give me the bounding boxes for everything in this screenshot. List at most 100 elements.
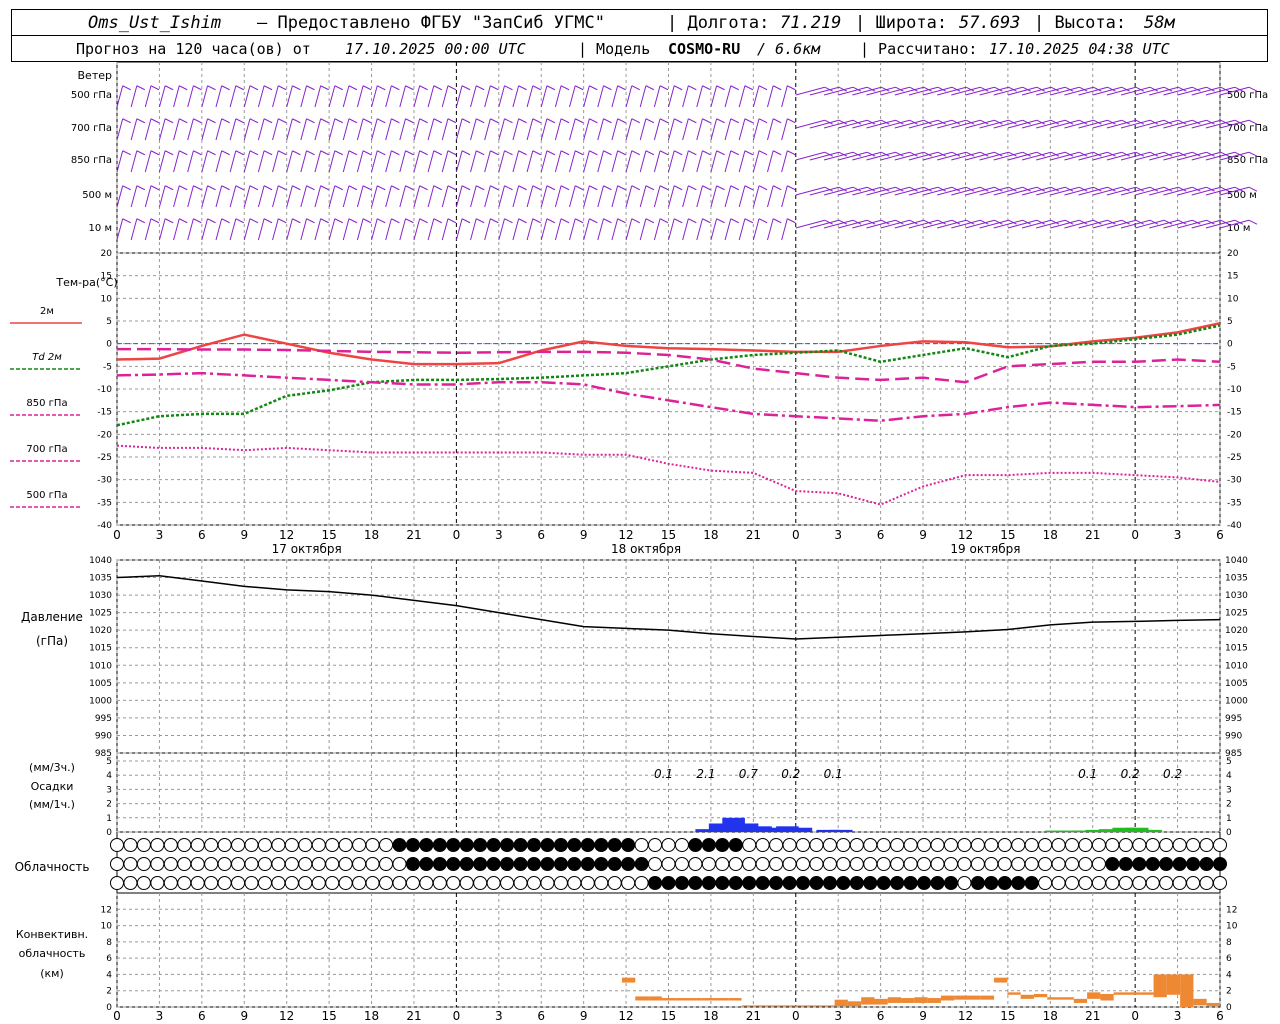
- wind-barb-feather: [702, 218, 711, 224]
- wind-barb: [342, 185, 358, 208]
- wind-barb-shaft: [371, 185, 378, 208]
- cloud-cover-circle: [419, 857, 434, 871]
- cloud-cover-circle: [379, 857, 394, 871]
- temp-ytick-left: -10: [97, 385, 112, 395]
- wind-barb: [130, 218, 146, 241]
- wind-barb-shaft: [554, 118, 562, 141]
- cloud-cover-circle: [701, 876, 716, 890]
- wind-barb-feather: [645, 150, 655, 156]
- wind-barb-feather: [744, 85, 754, 91]
- wind-barb-feather: [546, 185, 556, 191]
- wind-barb: [342, 85, 358, 108]
- conv-xtick: 0: [453, 1009, 461, 1023]
- temp-ytick-left: 5: [106, 317, 112, 327]
- cloud-cover-circle: [190, 857, 205, 871]
- wind-barb-shaft: [1106, 151, 1136, 161]
- wind-level-label-left: 700 гПа: [71, 123, 112, 134]
- pressure-ytick-right: 1015: [1225, 644, 1248, 654]
- pressure-ytick-left: 1025: [89, 609, 112, 619]
- wind-barb-feather: [348, 85, 358, 91]
- precip-bar: [789, 827, 813, 832]
- wind-barb-shaft: [710, 118, 718, 141]
- wind-barb-shaft: [130, 150, 138, 173]
- wind-barb-shaft: [880, 119, 910, 129]
- wind-barb-shaft: [625, 118, 633, 141]
- wind-barb-feather: [306, 85, 315, 91]
- wind-barb: [484, 85, 499, 108]
- wind-barb-shaft: [173, 150, 180, 173]
- wind-barb-shaft: [809, 186, 840, 196]
- wind-barb: [639, 118, 655, 141]
- wind-barb-shaft: [300, 218, 308, 241]
- wind-barb: [710, 118, 725, 141]
- wind-barb: [356, 150, 372, 173]
- wind-level-label-left: 500 гПа: [71, 90, 112, 101]
- pressure-ytick-right: 1020: [1225, 626, 1248, 636]
- cloud-cover-circle: [244, 838, 259, 852]
- cloud-cover-circle: [943, 876, 958, 890]
- wind-barb: [696, 185, 711, 208]
- wind-barb-shaft: [498, 218, 505, 241]
- wind-barb-shaft: [554, 150, 562, 173]
- wind-barb-shaft: [767, 185, 774, 208]
- wind-barb-shaft: [1149, 119, 1179, 129]
- temp-ytick-left: -30: [97, 476, 112, 486]
- wind-barb-shaft: [356, 185, 364, 208]
- wind-barb: [130, 150, 146, 173]
- wind-level-label-right: 10 м: [1227, 223, 1250, 234]
- wind-barb-shaft: [852, 151, 882, 161]
- wind-barb: [116, 185, 131, 208]
- wind-barb-feather: [574, 218, 584, 224]
- cloud-cover-circle: [943, 838, 958, 852]
- wind-barb-shaft: [130, 185, 138, 208]
- conv-xtick: 0: [792, 1009, 800, 1023]
- cloud-cover-circle: [271, 857, 286, 871]
- wind-barb-feather: [207, 85, 216, 91]
- precip-value-label: 0.1: [1078, 767, 1097, 781]
- wind-barb-shaft: [158, 85, 166, 108]
- wind-barb-shaft: [243, 85, 251, 108]
- wind-barb-shaft: [314, 185, 322, 208]
- wind-barb-feather: [150, 185, 160, 191]
- cloud-cover-circle: [284, 857, 299, 871]
- conv-xtick: 15: [321, 1009, 336, 1023]
- wind-barb: [470, 150, 485, 173]
- wind-barb-shaft: [286, 118, 293, 141]
- wind-barb: [611, 118, 626, 141]
- wind-barb-feather: [631, 85, 640, 91]
- conv-xtick: 0: [1131, 1009, 1139, 1023]
- precip-value-label: 0.2: [1163, 767, 1182, 781]
- wind-barb: [286, 150, 301, 173]
- wind-barb-feather: [461, 85, 471, 91]
- temp-xtick: 6: [877, 528, 885, 542]
- wind-barb-feather: [730, 150, 739, 156]
- wind-barb: [314, 150, 329, 173]
- wind-barb: [257, 85, 273, 108]
- wind-barb-feather: [136, 218, 146, 224]
- convective-bar: [940, 995, 955, 1001]
- cloud-cover-circle: [150, 876, 165, 890]
- wind-barb-shaft: [1092, 186, 1122, 196]
- wind-barb-feather: [532, 118, 542, 124]
- wind-barb-feather: [150, 150, 160, 156]
- temp-ytick-left: -20: [97, 430, 112, 440]
- wind-barb-feather: [688, 218, 697, 224]
- cloud-cover-circle: [809, 857, 824, 871]
- cloud-cover-circle: [957, 838, 972, 852]
- conv-ytick-right: 10: [1226, 922, 1238, 932]
- conv-xtick: 12: [279, 1009, 294, 1023]
- wind-barb-feather: [518, 85, 527, 91]
- day-label: 17 октября: [272, 542, 342, 556]
- cloud-cover-circle: [849, 838, 864, 852]
- pressure-ytick-left: 995: [95, 714, 112, 724]
- convective-bar: [901, 998, 915, 1003]
- wind-barb-shaft: [922, 86, 953, 96]
- cloud-cover-circle: [1051, 838, 1066, 852]
- wind-barb-shaft: [1135, 86, 1165, 96]
- pressure-ytick-left: 1005: [89, 679, 112, 689]
- wind-barb-feather: [532, 185, 542, 191]
- wind-barb-shaft: [144, 218, 152, 241]
- wind-barb-feather: [164, 85, 174, 91]
- temp-ytick-left: -35: [97, 498, 112, 508]
- temp-ytick-right: 5: [1227, 317, 1233, 327]
